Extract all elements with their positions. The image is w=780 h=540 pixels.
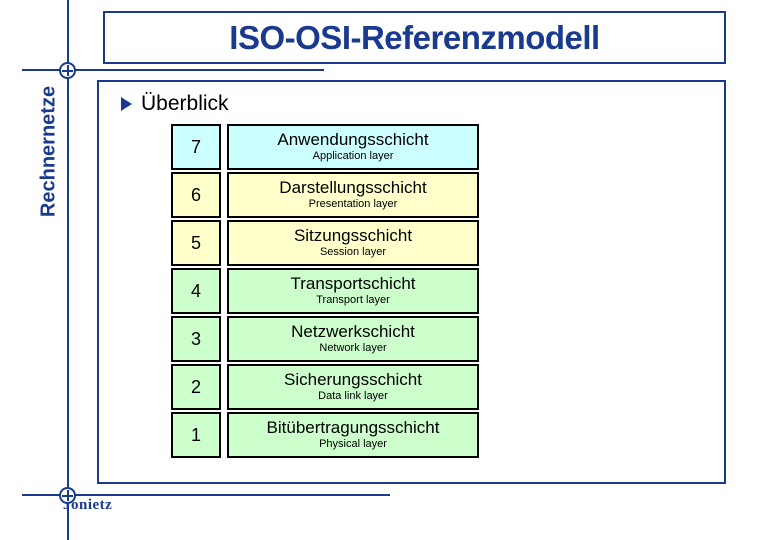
layer-name-en: Application layer xyxy=(312,150,394,163)
bottom-horizontal-rule xyxy=(22,494,390,496)
layer-number-box: 2 xyxy=(171,364,221,410)
layer-number-box: 7 xyxy=(171,124,221,170)
layer-name-en: Session layer xyxy=(319,246,387,259)
layer-name-de: Bitübertragungsschicht xyxy=(266,418,440,438)
layer-name-en: Data link layer xyxy=(318,390,388,403)
layer-name-de: Sitzungsschicht xyxy=(293,226,413,246)
layer-name-en: Presentation layer xyxy=(308,198,398,211)
layer-name-de: Transportschicht xyxy=(290,274,416,294)
osi-layer-stack: 7 Anwendungsschicht Application layer 6 Dars… xyxy=(171,124,479,460)
layer-name-en: Physical layer xyxy=(319,438,387,451)
layer-name-box: Anwendungsschicht Application layer xyxy=(227,124,479,170)
osi-layer-row: 3 Netzwerkschicht Network layer xyxy=(171,316,479,362)
osi-layer-row: 2 Sicherungsschicht Data link layer xyxy=(171,364,479,410)
layer-name-de: Netzwerkschicht xyxy=(291,322,415,342)
layer-number-box: 6 xyxy=(171,172,221,218)
layer-name-box: Darstellungsschicht Presentation layer xyxy=(227,172,479,218)
osi-layer-row: 7 Anwendungsschicht Application layer xyxy=(171,124,479,170)
layer-name-box: Sitzungsschicht Session layer xyxy=(227,220,479,266)
triangle-right-icon xyxy=(121,97,132,111)
layer-name-en: Transport layer xyxy=(316,294,390,307)
sidebar-course-title: Rechnernetze xyxy=(37,85,60,218)
layer-number-box: 5 xyxy=(171,220,221,266)
osi-layer-row: 1 Bitübertragungsschicht Physical layer xyxy=(171,412,479,458)
slide-content-box: Überblick 7 Anwendungsschicht Application … xyxy=(97,80,726,484)
top-crosshair-icon xyxy=(59,62,76,79)
layer-name-en: Network layer xyxy=(319,342,387,355)
layer-name-de: Sicherungsschicht xyxy=(284,370,422,390)
slide-title-box: ISO-OSI-Referenzmodell xyxy=(103,11,726,64)
overview-heading-label: Überblick xyxy=(141,92,229,115)
layer-name-box: Netzwerkschicht Network layer xyxy=(227,316,479,362)
sidebar-vertical-rule xyxy=(67,0,69,540)
overview-heading: Überblick xyxy=(121,92,229,116)
layer-number-box: 3 xyxy=(171,316,221,362)
osi-layer-row: 5 Sitzungsschicht Session layer xyxy=(171,220,479,266)
layer-name-de: Anwendungsschicht xyxy=(277,130,429,150)
osi-layer-row: 6 Darstellungsschicht Presentation layer xyxy=(171,172,479,218)
layer-name-box: Transportschicht Transport layer xyxy=(227,268,479,314)
bottom-crosshair-icon xyxy=(59,487,76,504)
layer-name-box: Sicherungsschicht Data link layer xyxy=(227,364,479,410)
slide-canvas: Rechnernetze ISO-OSI-Referenzmodell Über… xyxy=(0,0,780,540)
osi-layer-row: 4 Transportschicht Transport layer xyxy=(171,268,479,314)
layer-name-de: Darstellungsschicht xyxy=(279,178,427,198)
layer-number-box: 1 xyxy=(171,412,221,458)
page-title: ISO-OSI-Referenzmodell xyxy=(229,18,600,56)
layer-name-box: Bitübertragungsschicht Physical layer xyxy=(227,412,479,458)
layer-number-box: 4 xyxy=(171,268,221,314)
